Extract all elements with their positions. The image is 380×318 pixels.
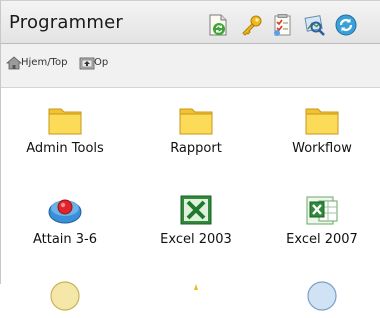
program-grid: Admin Tools Rapport Workflow Attain 3-6 … (1, 88, 380, 311)
folder-icon (47, 101, 83, 137)
checklist-icon[interactable] (270, 13, 294, 37)
folder-up-icon (79, 55, 95, 70)
folder-icon (304, 101, 340, 137)
program-item-attain[interactable]: Attain 3-6 (20, 192, 110, 248)
program-item-partial-1[interactable] (20, 278, 110, 311)
photo-search-icon[interactable] (302, 13, 326, 37)
program-item-admin-tools[interactable]: Admin Tools (20, 101, 110, 165)
program-item-partial-3[interactable] (277, 278, 367, 311)
partial-app-icon (47, 278, 83, 314)
program-item-label: Attain 3-6 (32, 232, 98, 247)
refresh-icon[interactable] (334, 13, 358, 37)
program-item-label: Admin Tools (26, 141, 104, 156)
programs-panel: Programmer Hjem/Top Op Admin Tools Rappo… (0, 0, 380, 311)
home-icon (5, 55, 23, 70)
partial-app-icon (304, 278, 340, 314)
program-item-label: Excel 2003 (160, 232, 232, 247)
program-item-rapport[interactable]: Rapport (151, 101, 241, 165)
folder-icon (178, 101, 214, 137)
breadcrumb-up-label: Op (94, 57, 109, 68)
breadcrumb: Hjem/Top Op (1, 44, 380, 88)
recycle-document-icon[interactable] (206, 13, 230, 37)
excel-2007-icon (304, 192, 340, 228)
partial-app-icon (178, 282, 214, 318)
key-icon[interactable] (239, 13, 263, 37)
program-item-label: Workflow (292, 141, 352, 156)
page-title: Programmer (9, 12, 123, 33)
program-item-partial-2[interactable] (151, 282, 241, 290)
program-item-excel-2003[interactable]: Excel 2003 (151, 192, 241, 248)
program-item-workflow[interactable]: Workflow (277, 101, 367, 165)
program-item-excel-2007[interactable]: Excel 2007 (277, 192, 367, 248)
attain-icon (47, 192, 83, 228)
excel-2003-icon (178, 192, 214, 228)
panel-header: Programmer (1, 0, 380, 44)
breadcrumb-home-label: Hjem/Top (21, 57, 68, 68)
program-item-label: Rapport (170, 141, 222, 156)
program-item-label: Excel 2007 (286, 232, 358, 247)
